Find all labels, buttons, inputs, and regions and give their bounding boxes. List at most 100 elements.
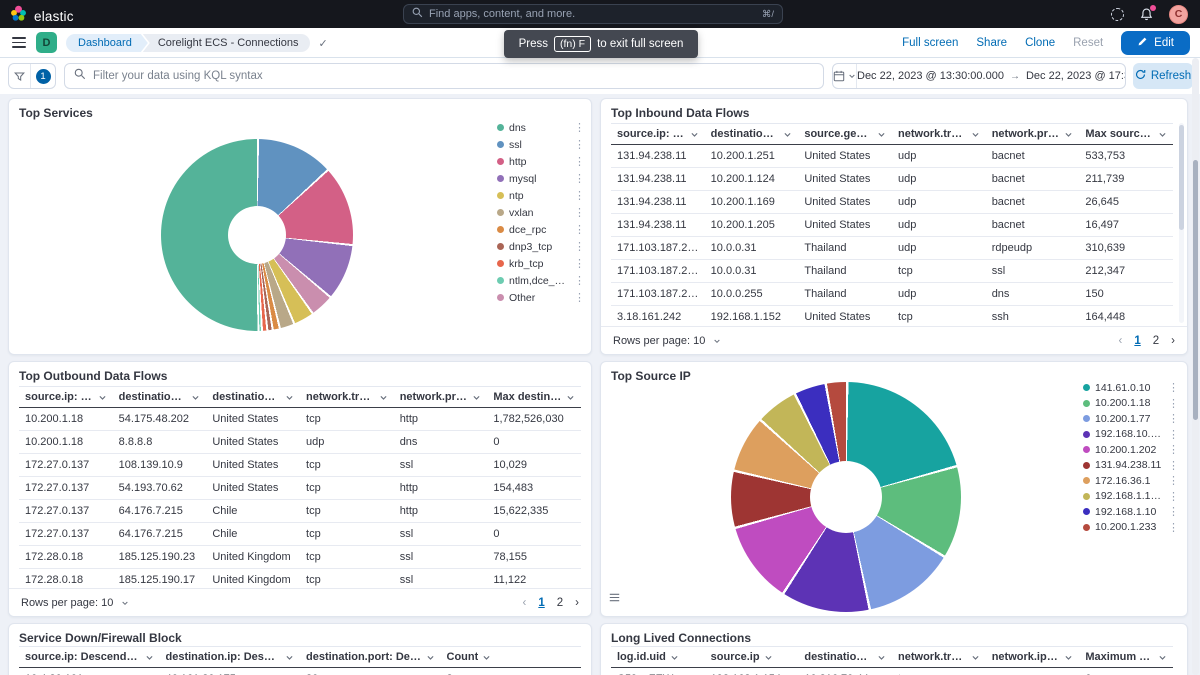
legend-item-menu-icon[interactable]: ⋮ [1168, 397, 1179, 410]
legend-item-menu-icon[interactable]: ⋮ [1168, 381, 1179, 394]
column-header[interactable]: destination.ip [798, 647, 892, 667]
column-header[interactable]: source.ip: Desc... [19, 387, 113, 407]
pagination-page-1[interactable]: 1 [1134, 335, 1140, 347]
column-header[interactable]: destination.geo.... [206, 387, 300, 407]
kql-filter-input[interactable] [93, 70, 814, 82]
global-search-input[interactable] [429, 8, 756, 20]
column-header[interactable]: Max destination... [487, 387, 581, 407]
calendar-icon[interactable] [833, 64, 857, 88]
legend-item-menu-icon[interactable]: ⋮ [574, 172, 585, 185]
help-icon[interactable] [1111, 8, 1124, 21]
legend-item-menu-icon[interactable]: ⋮ [574, 274, 585, 287]
column-header[interactable]: log.id.uid [611, 647, 705, 667]
legend-item[interactable]: http⋮ [497, 153, 585, 170]
column-header[interactable]: source.ip: Descending [19, 647, 160, 667]
legend-item-menu-icon[interactable]: ⋮ [574, 206, 585, 219]
legend-item-menu-icon[interactable]: ⋮ [1168, 505, 1179, 518]
column-header[interactable]: destination.ip: ... [113, 387, 207, 407]
rows-per-page-select[interactable]: Rows per page: 10 [21, 597, 129, 609]
column-header[interactable]: source.ip [705, 647, 799, 667]
rows-per-page-select[interactable]: Rows per page: 10 [613, 335, 721, 347]
legend-item[interactable]: vxlan⋮ [497, 204, 585, 221]
column-header[interactable]: destination.ip: Descending [160, 647, 301, 667]
user-avatar[interactable]: C [1169, 5, 1188, 24]
legend-item[interactable]: 10.200.1.77⋮ [1083, 411, 1179, 427]
legend-item-menu-icon[interactable]: ⋮ [1168, 428, 1179, 441]
legend-item[interactable]: ssl⋮ [497, 136, 585, 153]
legend-item-menu-icon[interactable]: ⋮ [1168, 412, 1179, 425]
column-header[interactable]: destination.ip: ... [705, 124, 799, 144]
pagination-next[interactable]: › [575, 597, 579, 609]
column-header[interactable]: network.protoc... [394, 387, 488, 407]
legend-item[interactable]: dns⋮ [497, 119, 585, 136]
legend-item-menu-icon[interactable]: ⋮ [1168, 521, 1179, 534]
top-source-ip-donut-chart[interactable] [731, 382, 961, 612]
legend-item-menu-icon[interactable]: ⋮ [574, 138, 585, 151]
legend-item-menu-icon[interactable]: ⋮ [1168, 443, 1179, 456]
breadcrumb-current-page[interactable]: Corelight ECS - Connections [143, 34, 311, 52]
top-services-donut-chart[interactable] [161, 139, 353, 331]
page-scrollbar[interactable] [1192, 58, 1199, 675]
share-button[interactable]: Share [976, 37, 1007, 49]
scrollbar-thumb[interactable] [1193, 160, 1198, 420]
pagination-page-1[interactable]: 1 [538, 597, 544, 609]
pagination-prev[interactable]: ‹ [523, 597, 527, 609]
legend-item[interactable]: 131.94.238.11⋮ [1083, 458, 1179, 474]
column-header[interactable]: network.transport [892, 647, 986, 667]
column-header[interactable]: network.transp... [300, 387, 394, 407]
legend-item[interactable]: dce_rpc⋮ [497, 221, 585, 238]
legend-item[interactable]: 192.168.1.128⋮ [1083, 489, 1179, 505]
space-avatar[interactable]: D [36, 32, 57, 53]
legend-item[interactable]: dnp3_tcp⋮ [497, 238, 585, 255]
elastic-logo-icon[interactable] [10, 5, 27, 27]
legend-item[interactable]: 10.200.1.233⋮ [1083, 520, 1179, 536]
column-header[interactable]: Count [441, 647, 582, 667]
pagination-next[interactable]: › [1171, 335, 1175, 347]
legend-item-menu-icon[interactable]: ⋮ [1168, 490, 1179, 503]
legend-item[interactable]: 141.61.0.10⋮ [1083, 380, 1179, 396]
active-filter-count-badge[interactable]: 1 [36, 69, 51, 84]
legend-item-menu-icon[interactable]: ⋮ [574, 291, 585, 304]
breadcrumb-dashboard[interactable]: Dashboard [66, 34, 148, 52]
legend-toggle-icon[interactable] [609, 590, 620, 608]
legend-item-menu-icon[interactable]: ⋮ [574, 121, 585, 134]
panel-scrollbar[interactable] [1179, 123, 1184, 323]
date-range-start[interactable]: Dec 22, 2023 @ 13:30:00.000 [857, 70, 1004, 82]
column-header[interactable]: Maximum of even... [1079, 647, 1173, 667]
pagination-prev[interactable]: ‹ [1119, 335, 1123, 347]
legend-item[interactable]: krb_tcp⋮ [497, 255, 585, 272]
legend-item-menu-icon[interactable]: ⋮ [574, 223, 585, 236]
column-header[interactable]: Max source.bytes [1079, 124, 1173, 144]
menu-hamburger-icon[interactable] [12, 37, 26, 48]
column-header[interactable]: destination.port: Descending [300, 647, 441, 667]
filter-funnel-icon[interactable] [9, 64, 31, 88]
legend-item-menu-icon[interactable]: ⋮ [574, 257, 585, 270]
legend-item[interactable]: ntlm,dce_rpc⋮ [497, 272, 585, 289]
legend-item[interactable]: mysql⋮ [497, 170, 585, 187]
reset-button[interactable]: Reset [1073, 37, 1103, 49]
pagination-page-2[interactable]: 2 [557, 597, 563, 609]
legend-item-menu-icon[interactable]: ⋮ [1168, 459, 1179, 472]
legend-item-menu-icon[interactable]: ⋮ [574, 155, 585, 168]
global-search[interactable]: ⌘/ [403, 4, 783, 24]
legend-item[interactable]: 192.168.10.105⋮ [1083, 427, 1179, 443]
filters-button[interactable]: 1 [8, 63, 56, 89]
column-header[interactable]: network.protoc... [986, 124, 1080, 144]
legend-item-menu-icon[interactable]: ⋮ [574, 240, 585, 253]
pagination-page-2[interactable]: 2 [1153, 335, 1159, 347]
full-screen-button[interactable]: Full screen [902, 37, 958, 49]
legend-item[interactable]: 10.200.1.202⋮ [1083, 442, 1179, 458]
kql-filter-input-wrap[interactable] [64, 63, 824, 89]
notifications-bell-icon[interactable] [1139, 7, 1154, 22]
legend-item[interactable]: 192.168.1.10⋮ [1083, 504, 1179, 520]
column-header[interactable]: source.geo.cou... [798, 124, 892, 144]
refresh-button[interactable]: Refresh [1133, 63, 1193, 89]
column-header[interactable]: network.transp... [892, 124, 986, 144]
edit-button[interactable]: Edit [1121, 31, 1190, 55]
legend-item[interactable]: 172.16.36.1⋮ [1083, 473, 1179, 489]
legend-item-menu-icon[interactable]: ⋮ [1168, 474, 1179, 487]
legend-item[interactable]: 10.200.1.18⋮ [1083, 396, 1179, 412]
column-header[interactable]: source.ip: Desc... [611, 124, 705, 144]
legend-item-menu-icon[interactable]: ⋮ [574, 189, 585, 202]
column-header[interactable]: network.ip_bytes [986, 647, 1080, 667]
